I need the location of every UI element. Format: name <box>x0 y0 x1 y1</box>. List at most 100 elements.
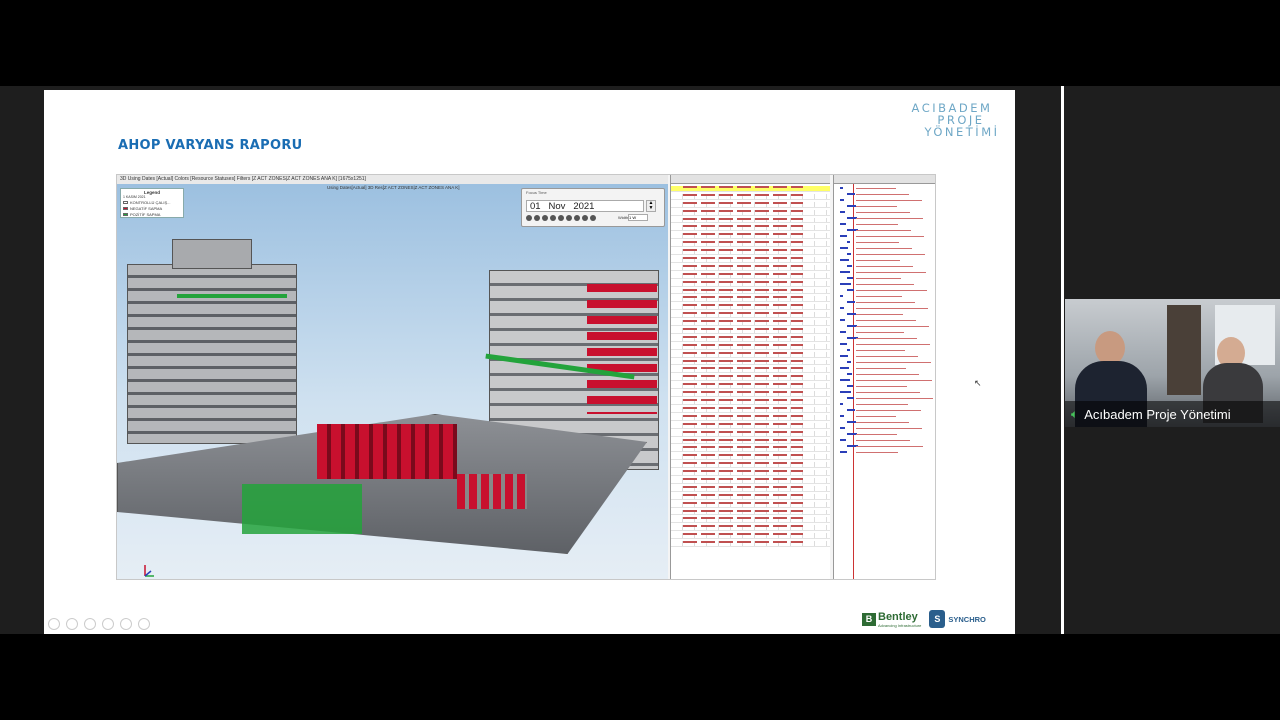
table-row[interactable] <box>671 367 830 374</box>
gantt-bar[interactable] <box>840 331 846 334</box>
gantt-bar[interactable] <box>847 241 850 244</box>
table-row[interactable] <box>671 517 830 524</box>
table-row[interactable] <box>671 288 830 295</box>
gantt-bar[interactable] <box>840 379 850 382</box>
next-slide-icon[interactable] <box>66 618 78 630</box>
gantt-bar[interactable] <box>840 439 846 442</box>
step-forward-icon[interactable] <box>558 215 564 221</box>
table-row[interactable] <box>671 477 830 484</box>
slides-grid-icon[interactable] <box>102 618 114 630</box>
gantt-bar[interactable] <box>847 361 851 364</box>
table-row[interactable] <box>671 391 830 398</box>
gantt-bar[interactable] <box>840 283 851 286</box>
panel-divider[interactable] <box>1061 86 1064 634</box>
table-row[interactable] <box>671 470 830 476</box>
gantt-bar[interactable] <box>840 211 845 214</box>
gantt-bar[interactable] <box>840 295 843 298</box>
zoom-icon[interactable] <box>120 618 132 630</box>
table-row[interactable] <box>671 383 830 390</box>
table-row[interactable] <box>671 335 830 342</box>
table-row[interactable] <box>671 217 830 224</box>
table-row[interactable] <box>671 264 830 271</box>
gantt-bar[interactable] <box>840 343 847 346</box>
gantt-bar[interactable] <box>847 289 854 292</box>
table-row[interactable] <box>671 343 830 350</box>
gantt-bar[interactable] <box>840 247 848 250</box>
table-row[interactable] <box>671 296 830 303</box>
gantt-bar[interactable] <box>847 193 855 196</box>
table-row[interactable] <box>671 312 830 319</box>
gantt-bar[interactable] <box>847 421 856 424</box>
focus-time-control[interactable]: Focus Time 01 Nov 2021 ▲ ▼ Width 1 W <box>521 188 665 227</box>
table-row[interactable] <box>671 193 830 200</box>
table-row[interactable] <box>671 320 830 327</box>
gantt-bar[interactable] <box>840 271 850 274</box>
table-row[interactable] <box>671 241 830 248</box>
table-row[interactable] <box>671 430 830 437</box>
record-icon[interactable] <box>582 215 588 221</box>
activity-table[interactable] <box>670 175 830 579</box>
step-back-icon[interactable] <box>542 215 548 221</box>
gantt-bar[interactable] <box>847 277 853 280</box>
table-row[interactable] <box>671 304 830 311</box>
table-row[interactable] <box>671 186 830 192</box>
gantt-bar[interactable] <box>847 349 850 352</box>
stop-icon[interactable] <box>550 215 556 221</box>
gantt-bar[interactable] <box>840 427 845 430</box>
table-row[interactable] <box>671 462 830 469</box>
gantt-bar[interactable] <box>847 205 856 208</box>
table-row[interactable] <box>671 225 830 232</box>
gantt-bar[interactable] <box>847 373 852 376</box>
gantt-bar[interactable] <box>847 301 855 304</box>
table-row[interactable] <box>671 209 830 216</box>
gantt-bar[interactable] <box>840 319 845 322</box>
gantt-bar[interactable] <box>840 223 846 226</box>
gantt-bar[interactable] <box>840 199 844 202</box>
gantt-chart[interactable] <box>833 175 935 579</box>
table-row[interactable] <box>671 233 830 240</box>
table-row[interactable] <box>671 446 830 453</box>
gantt-bar[interactable] <box>840 367 849 370</box>
table-row[interactable] <box>671 399 830 405</box>
table-row[interactable] <box>671 328 830 334</box>
play-icon[interactable] <box>526 215 532 221</box>
table-row[interactable] <box>671 249 830 256</box>
gantt-bar[interactable] <box>847 385 853 388</box>
gantt-bar[interactable] <box>840 415 844 418</box>
gantt-bar[interactable] <box>847 397 854 400</box>
gantt-bar[interactable] <box>840 307 844 310</box>
table-row[interactable] <box>671 414 830 421</box>
table-row[interactable] <box>671 351 830 358</box>
width-field[interactable]: 1 W <box>628 214 648 221</box>
table-row[interactable] <box>671 422 830 429</box>
table-row[interactable] <box>671 541 830 547</box>
gantt-bar[interactable] <box>840 451 847 454</box>
pen-icon[interactable] <box>84 618 96 630</box>
prev-slide-icon[interactable] <box>48 618 60 630</box>
playback-controls[interactable] <box>526 215 596 221</box>
gantt-bar[interactable] <box>840 187 843 190</box>
gantt-bar[interactable] <box>840 235 847 238</box>
table-row[interactable] <box>671 509 830 516</box>
table-row[interactable] <box>671 438 830 445</box>
table-row[interactable] <box>671 375 830 382</box>
gantt-bar[interactable] <box>840 391 851 394</box>
table-row[interactable] <box>671 525 830 532</box>
forward-icon[interactable] <box>566 215 572 221</box>
table-row[interactable] <box>671 359 830 366</box>
end-icon[interactable] <box>574 215 580 221</box>
table-row[interactable] <box>671 485 830 492</box>
table-row[interactable] <box>671 493 830 500</box>
slide-controls[interactable] <box>48 618 150 630</box>
more-options-icon[interactable] <box>138 618 150 630</box>
table-row[interactable] <box>671 257 830 263</box>
table-row[interactable] <box>671 280 830 287</box>
3d-viewport[interactable]: Using Dates[Actual] 3D Res[Z ACT ZONES|Z… <box>117 184 668 579</box>
date-spinner[interactable]: ▲ ▼ <box>646 200 656 212</box>
settings-icon[interactable] <box>590 215 596 221</box>
table-row[interactable] <box>671 201 830 208</box>
table-row[interactable] <box>671 501 830 508</box>
gantt-bar[interactable] <box>847 265 852 268</box>
table-row[interactable] <box>671 533 830 540</box>
table-row[interactable] <box>671 406 830 413</box>
